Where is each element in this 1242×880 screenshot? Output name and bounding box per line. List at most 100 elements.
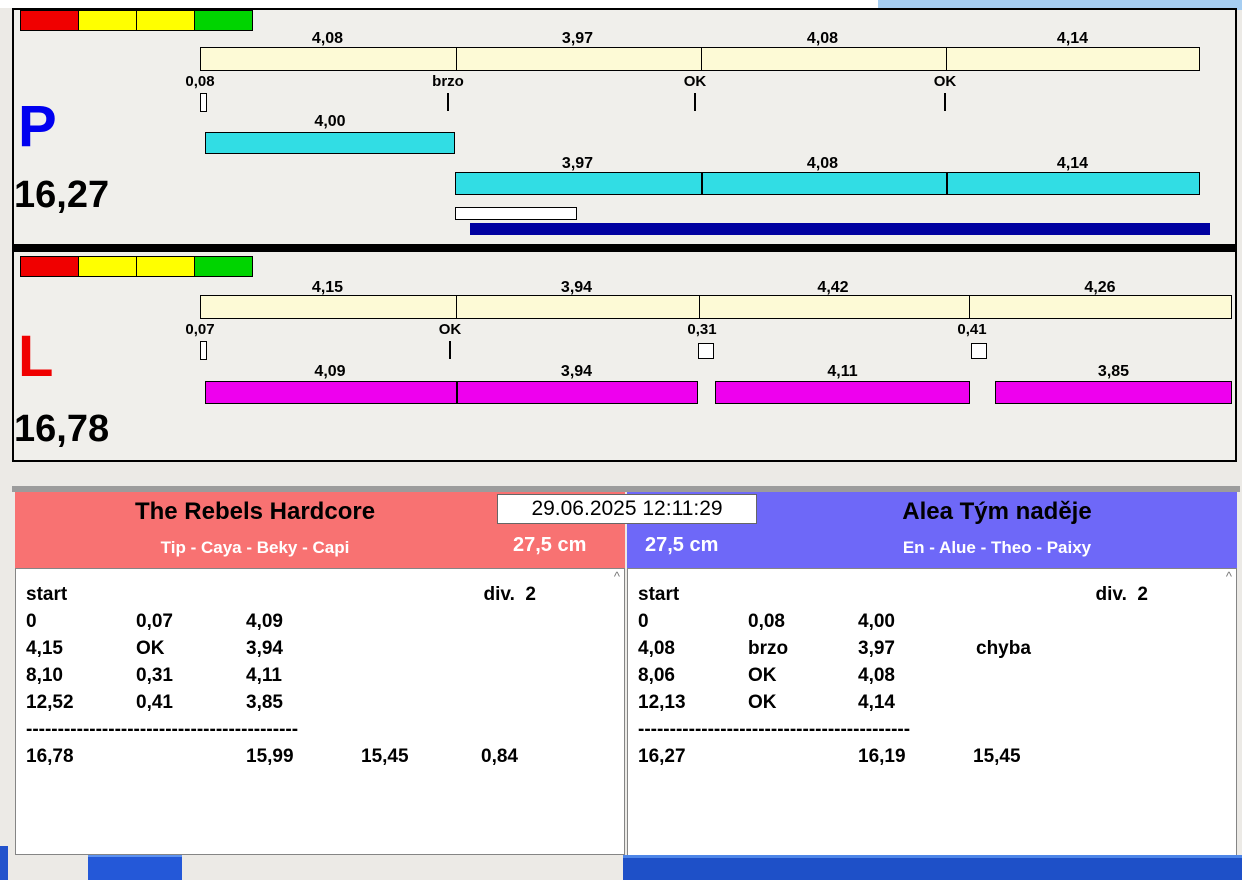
split-cell: 4,11 <box>246 665 282 686</box>
scrollbar-up-icon[interactable]: ^ <box>1226 570 1232 583</box>
result-totals-row: 16,27 16,19 15,45 <box>638 743 1236 770</box>
note-cell <box>976 689 1236 716</box>
result-start-label: start <box>26 584 68 605</box>
cross-cell: 0,07 <box>136 611 173 632</box>
result-separator: ----------------------------------------… <box>638 719 911 740</box>
cross-cell: OK <box>748 665 777 686</box>
light-yellow-icon <box>78 256 137 277</box>
scrollbar-up-icon[interactable]: ^ <box>614 570 620 583</box>
split-cell: 4,08 <box>858 665 895 686</box>
cum-time-cell: 8,10 <box>26 665 63 686</box>
crossing-tick <box>694 93 696 111</box>
cross-cell: 0,31 <box>136 665 173 686</box>
l-target-split-4: 4,26 <box>1084 279 1116 296</box>
total-time-cell: 16,78 <box>26 746 74 767</box>
note-cell <box>976 662 1236 689</box>
split-cell: 3,97 <box>858 638 895 659</box>
team-right-jump-height: 27,5 cm <box>645 534 719 556</box>
p-run-split-3: 4,08 <box>806 155 839 172</box>
bar-segment-divider <box>456 48 457 70</box>
start-gate-marker <box>200 93 207 112</box>
taskbar[interactable] <box>623 855 1242 880</box>
result-totals-row: 16,78 15,99 15,45 0,84 <box>26 743 624 770</box>
clean-time-cell: 16,19 <box>858 746 906 767</box>
team-left-result-area[interactable]: ^ start div. 2 0 0,07 4,09 4,15 OK 3,94 … <box>15 568 625 855</box>
bar-segment-divider <box>701 48 702 70</box>
result-row: 0 0,08 4,00 <box>638 608 1236 635</box>
l-mark-1: 0,07 <box>185 321 215 338</box>
bar-segment-divider <box>946 173 948 194</box>
l-run-bar-3 <box>995 381 1232 404</box>
result-header-row: start div. 2 <box>26 581 624 608</box>
result-row: 8,06 OK 4,08 <box>638 662 1236 689</box>
lane-p-total-time: 16,27 <box>14 174 110 216</box>
note-cell <box>364 689 624 716</box>
l-mark-2: OK <box>438 321 462 338</box>
p-mark-2: brzo <box>432 73 464 90</box>
light-red-icon <box>20 256 79 277</box>
cum-time-cell: 12,13 <box>638 692 686 713</box>
result-start-label: start <box>638 584 680 605</box>
bar-segment-divider <box>969 296 970 318</box>
application-window: 4,08 3,97 4,08 4,14 0,08 brzo OK OK P 4,… <box>0 0 1242 880</box>
p-run-split-4: 4,14 <box>1056 155 1089 172</box>
light-yellow-icon <box>136 10 195 31</box>
light-yellow-icon <box>78 10 137 31</box>
l-run-split-1: 4,09 <box>314 363 346 380</box>
p-progress-bar <box>455 207 577 220</box>
team-right-name: Alea Tým naděje <box>902 498 1092 525</box>
l-mark-3: 0,31 <box>687 321 717 338</box>
lane-l-panel: 4,15 3,94 4,42 4,26 0,07 OK 0,31 0,41 L … <box>12 250 1237 462</box>
team-left-jump-height: 27,5 cm <box>513 534 587 556</box>
cross-cell: OK <box>748 692 777 713</box>
bar-segment-divider <box>701 173 703 194</box>
l-mark-4: 0,41 <box>957 321 987 338</box>
diff-time-cell: 0,84 <box>481 746 518 767</box>
cum-time-cell: 8,06 <box>638 665 675 686</box>
result-row: 12,13 OK 4,14 <box>638 689 1236 716</box>
crossing-tick <box>944 93 946 111</box>
bar-segment-divider <box>946 48 947 70</box>
p-target-split-2: 3,97 <box>561 30 594 47</box>
p-run-bar-2 <box>455 172 1200 195</box>
p-target-split-3: 4,08 <box>806 30 839 47</box>
p-target-split-1: 4,08 <box>311 30 344 47</box>
cross-cell: 0,41 <box>136 692 173 713</box>
p-target-bar <box>200 47 1200 71</box>
l-target-split-1: 4,15 <box>311 279 344 296</box>
result-row: 0 0,07 4,09 <box>26 608 624 635</box>
p-timeline-bar <box>470 223 1210 235</box>
note-cell <box>364 662 624 689</box>
team-right-members: En - Alue - Theo - Paixy <box>902 538 1092 557</box>
clean-time-cell: 15,99 <box>246 746 294 767</box>
diff-time-cell <box>1093 743 1236 770</box>
start-lights-p <box>20 10 253 31</box>
result-division-label: div. 2 <box>1095 584 1148 605</box>
lane-p-letter: P <box>18 94 57 159</box>
cum-time-cell: 0 <box>26 611 37 632</box>
result-row: 12,52 0,41 3,85 <box>26 689 624 716</box>
p-target-split-4: 4,14 <box>1056 30 1089 47</box>
cum-time-cell: 4,15 <box>26 638 63 659</box>
p-mark-1: 0,08 <box>185 73 215 90</box>
window-left-border <box>0 846 8 880</box>
total-time-cell: 16,27 <box>638 746 686 767</box>
p-run-split-1: 4,00 <box>314 113 346 130</box>
team-right-result-area[interactable]: ^ start div. 2 0 0,08 4,00 4,08 brzo 3,9… <box>627 568 1237 858</box>
p-run-bar-1 <box>205 132 455 154</box>
note-cell <box>364 635 624 662</box>
start-lights-l <box>20 256 253 277</box>
datetime-display: 29.06.2025 12:11:29 <box>497 494 757 524</box>
p-mark-3: OK <box>683 73 707 90</box>
taskbar-button[interactable] <box>88 855 182 880</box>
l-target-split-2: 3,94 <box>560 279 593 296</box>
result-row: 4,15 OK 3,94 <box>26 635 624 662</box>
l-target-split-3: 4,42 <box>817 279 849 296</box>
bar-segment-divider <box>456 296 457 318</box>
crossing-tick <box>449 341 451 359</box>
cross-cell: OK <box>136 638 165 659</box>
split-cell: 4,09 <box>246 611 283 632</box>
split-cell: 3,94 <box>246 638 283 659</box>
split-cell: 4,14 <box>858 692 895 713</box>
p-mark-4: OK <box>933 73 957 90</box>
